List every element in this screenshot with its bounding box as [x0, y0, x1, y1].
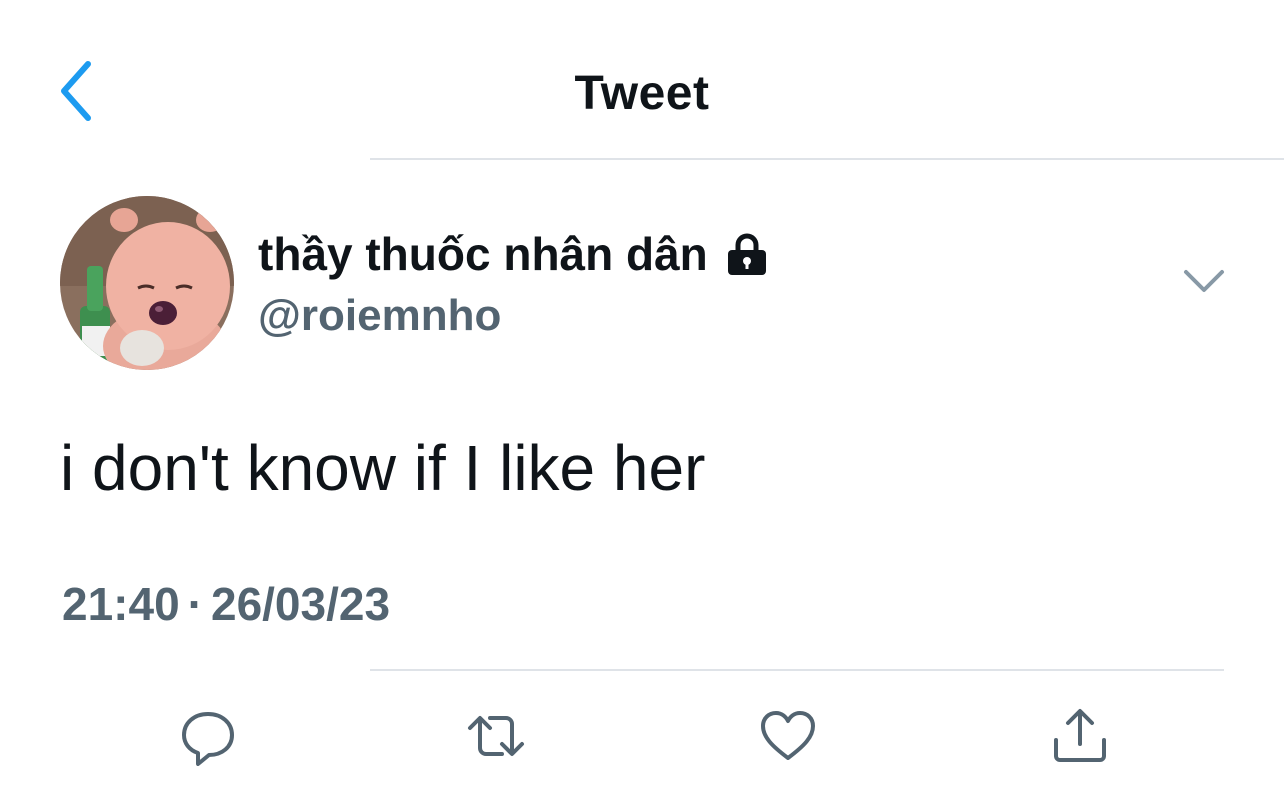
top-bar: Tweet — [0, 0, 1284, 160]
lock-icon — [727, 233, 766, 275]
author-display-name[interactable]: thầy thuốc nhân dân — [258, 226, 770, 282]
retweet-icon — [468, 716, 524, 756]
avatar-image — [60, 196, 234, 370]
chevron-down-icon — [1184, 270, 1224, 292]
avatar[interactable] — [60, 196, 234, 370]
display-name-text: thầy thuốc nhân dân — [258, 228, 708, 280]
tweet-text: i don't know if I like her — [60, 432, 706, 504]
header-divider — [370, 158, 1284, 160]
more-options-button[interactable] — [1180, 262, 1228, 302]
actions-divider — [370, 669, 1224, 671]
page-title: Tweet — [574, 67, 710, 120]
share-button[interactable] — [1048, 704, 1112, 768]
timestamp-separator: · — [187, 578, 203, 630]
reply-button[interactable] — [176, 704, 240, 768]
tweet-detail-screen: Tweet thầy thuốc nhân dân @roiemnho i do… — [0, 0, 1284, 800]
tweet-timestamp[interactable]: 21:40 · 26/03/23 — [62, 578, 390, 630]
tweet-date: 26/03/23 — [210, 578, 391, 630]
share-icon — [1054, 709, 1106, 762]
tweet-time: 21:40 — [62, 578, 180, 630]
comment-icon — [182, 712, 234, 766]
like-button[interactable] — [756, 704, 820, 768]
author-handle[interactable]: @roiemnho — [258, 290, 501, 342]
heart-icon — [761, 711, 815, 760]
retweet-button[interactable] — [464, 704, 528, 768]
